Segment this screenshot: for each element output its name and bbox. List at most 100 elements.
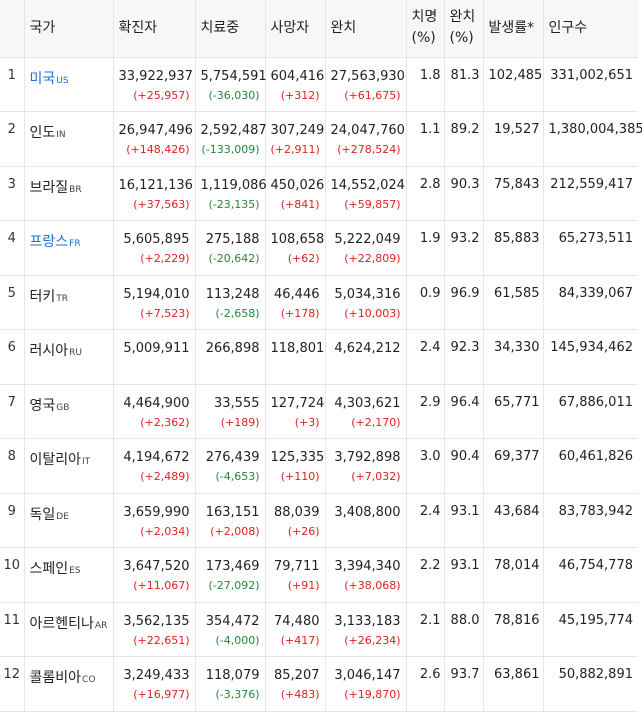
population-cell: 83,783,942 [543,493,638,548]
treating-delta: (-133,009) [201,143,260,156]
incidence-cell: 102,485 [483,57,544,112]
country-name[interactable]: 미국 [30,71,56,87]
table-row: 12 콜롬비아CO 3,249,433 (+16,977) 118,079 (-3,376… [0,656,638,712]
treating-delta: (+189) [220,415,260,429]
table-row: 3 브라질BR 16,121,136 (+37,563) 1,119,086 (-23,1… [0,166,638,221]
header-recovery-rate[interactable]: 완치 (%) [444,0,484,58]
confirmed-delta: (+11,067) [133,579,190,592]
country-name[interactable]: 프랑스 [30,234,69,250]
deaths-cell: 118,801 [265,329,326,385]
fatality-rate-cell: 0.9 [406,275,445,330]
recovered-delta: (+26,234) [344,633,401,647]
incidence-cell: 69,377 [483,438,544,494]
incidence-cell: 63,861 [483,656,544,712]
header-recovered[interactable]: 완치 [325,0,407,58]
country-cell[interactable]: 미국US [24,57,114,112]
row-index: 12 [0,656,25,712]
confirmed-delta: (+148,426) [126,143,190,156]
country-code: BR [69,184,82,195]
fatality-rate-cell: 2.1 [406,602,445,657]
deaths-delta: (+110) [280,470,320,483]
table-row: 10 스페인ES 3,647,520 (+11,067) 173,469 (-27,092… [0,547,638,603]
confirmed-delta: (+2,229) [140,252,190,265]
recovered-delta: (+7,032) [351,470,401,483]
recovered-cell: 27,563,930 (+61,675) [325,57,407,112]
country-cell: 러시아RU [24,329,114,385]
confirmed-value: 3,647,520 [123,559,190,574]
recovery-rate-cell: 96.9 [444,275,484,330]
deaths-value: 74,480 [274,613,320,629]
deaths-cell: 307,249 (+2,911) [265,111,326,167]
header-population[interactable]: 인구수 [543,0,638,58]
fatality-rate-cell: 2.6 [406,656,445,712]
treating-delta: (-36,030) [208,88,260,102]
confirmed-delta: (+22,651) [133,633,190,647]
deaths-value: 85,207 [274,668,320,683]
population-cell: 65,273,511 [543,220,638,276]
confirmed-cell: 26,947,496 (+148,426) [113,111,196,167]
fatality-rate-cell: 2.2 [406,547,445,603]
recovered-value: 4,624,212 [334,341,401,356]
incidence-cell: 19,527 [483,111,544,167]
table-row: 9 독일DE 3,659,990 (+2,034) 163,151 (+2,008) 88,… [0,493,638,548]
table-row: 4 프랑스FR 5,605,895 (+2,229) 275,188 (-20,642) 1… [0,220,638,276]
confirmed-value: 33,922,937 [118,68,193,84]
confirmed-cell: 3,659,990 (+2,034) [113,493,196,548]
incidence-cell: 75,843 [483,166,544,221]
confirmed-cell: 3,562,135 (+22,651) [113,602,196,657]
confirmed-delta: (+16,977) [133,688,190,701]
country-cell: 이탈리아IT [24,438,114,494]
fatality-rate-cell: 1.1 [406,111,445,167]
confirmed-delta: (+2,489) [140,470,190,483]
recovery-rate-cell: 90.4 [444,438,484,494]
incidence-cell: 78,816 [483,602,544,657]
country-name: 인도 [29,125,56,141]
recovery-rate-cell: 88.0 [444,602,484,657]
deaths-cell: 108,658 (+62) [265,220,326,276]
population-cell: 1,380,004,385 [543,111,642,167]
header-confirmed[interactable]: 확진자 [113,0,196,58]
table-row: 6 러시아RU 5,009,911 266,898 118,801 4,624,212 2.… [0,329,638,385]
confirmed-value: 26,947,496 [118,123,193,138]
row-index: 5 [0,275,25,330]
treating-cell: 5,754,591 (-36,030) [195,57,267,112]
header-incidence[interactable]: 발생률* [483,0,544,58]
country-name: 스페인 [29,561,69,577]
table-row: 1 미국US 33,922,937 (+25,957) 5,754,591 (-36,03… [0,57,638,112]
treating-cell: 113,248 (-2,658) [195,275,266,330]
confirmed-delta: (+25,957) [133,88,190,102]
header-country[interactable]: 국가 [24,0,114,58]
header-fatality[interactable]: 치명 (%) [406,0,445,58]
country-code: GB [56,402,70,413]
confirmed-delta: (+2,034) [140,524,190,538]
treating-delta: (-3,376) [215,688,260,701]
country-code: FR [69,239,81,249]
treating-delta: (-20,642) [208,252,260,265]
confirmed-value: 3,659,990 [123,504,190,520]
treating-delta: (-27,092) [208,579,260,592]
recovered-cell: 5,222,049 (+22,809) [325,220,407,276]
deaths-cell: 46,446 (+178) [265,275,326,330]
treating-cell: 33,555 (+189) [195,384,266,439]
header-treating[interactable]: 치료중 [195,0,266,58]
incidence-cell: 85,883 [483,220,544,276]
confirmed-value: 16,121,136 [118,177,193,193]
treating-delta: (-4,000) [215,633,260,647]
deaths-cell: 127,724 (+3) [265,384,326,439]
deaths-delta: (+3) [294,415,320,429]
treating-value: 163,151 [205,504,260,520]
country-cell[interactable]: 프랑스FR [24,220,114,276]
treating-delta: (-23,135) [208,197,260,211]
header-deaths[interactable]: 사망자 [265,0,326,58]
deaths-delta: (+312) [280,88,320,102]
country-cell: 콜롬비아CO [24,656,114,712]
treating-value: 354,472 [205,613,260,629]
confirmed-cell: 5,194,010 (+7,523) [113,275,196,330]
recovered-delta: (+22,809) [344,252,401,265]
table-row: 2 인도IN 26,947,496 (+148,426) 2,592,487 (-133,… [0,111,642,167]
confirmed-cell: 3,249,433 (+16,977) [113,656,196,712]
deaths-cell: 74,480 (+417) [265,602,326,657]
table-row: 5 터키TR 5,194,010 (+7,523) 113,248 (-2,658) 46,… [0,275,638,330]
table-header-row: 국가 확진자 치료중 사망자 완치 치명 (%) 완치 (%) 발생률* 인구수 [0,0,638,58]
recovered-delta: (+2,170) [351,415,401,429]
